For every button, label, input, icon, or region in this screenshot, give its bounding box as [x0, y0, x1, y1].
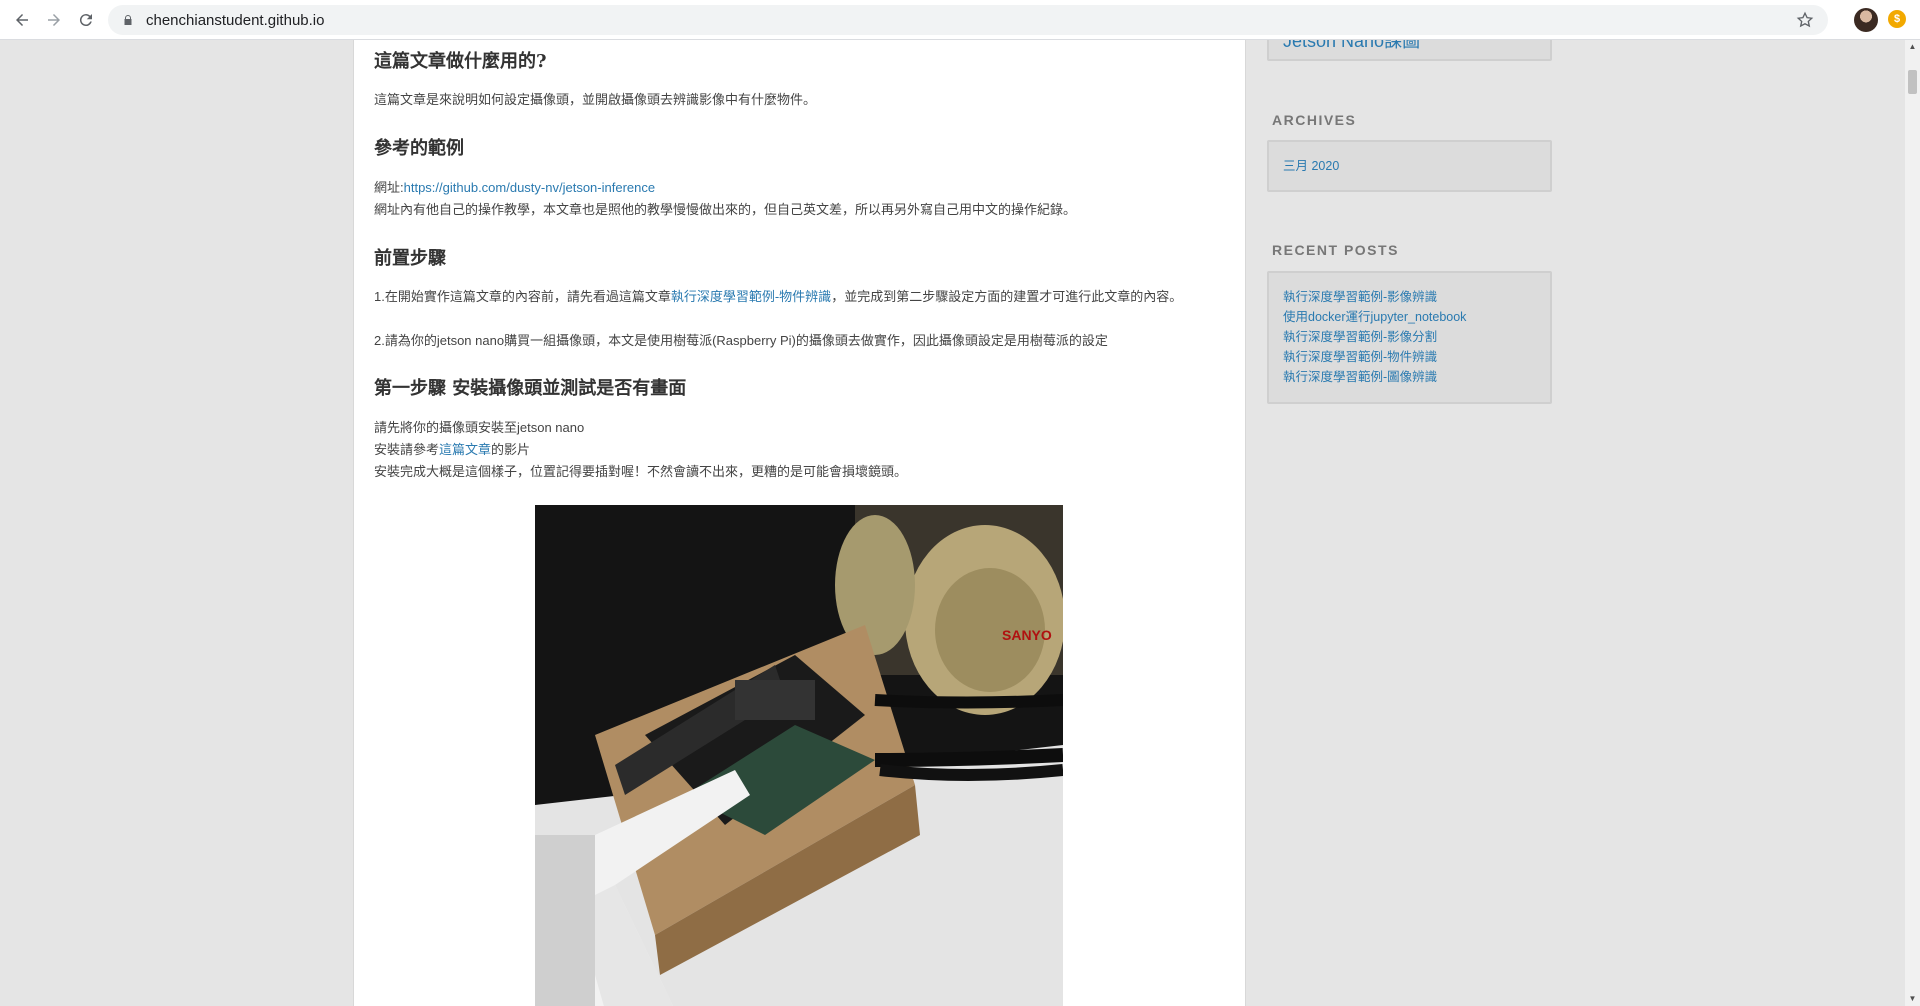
- sidebar-widget-top: Jetson Nano課圖: [1267, 40, 1552, 61]
- reload-icon[interactable]: [70, 4, 102, 36]
- step1-text: 1.在開始實作這篇文章的內容前，請先看過這篇文章: [374, 289, 671, 304]
- recent-posts-title: RECENT POSTS: [1272, 242, 1399, 258]
- install-article-link[interactable]: 這篇文章: [439, 442, 491, 457]
- install-line2: 安裝請參考這篇文章的影片: [374, 439, 1224, 461]
- archives-title: ARCHIVES: [1272, 112, 1357, 128]
- address-bar[interactable]: chenchianstudent.github.io: [108, 5, 1828, 35]
- recent-posts-widget: 執行深度學習範例-影像辨識 使用docker運行jupyter_notebook…: [1267, 271, 1552, 404]
- jetson-camera-photo: SANYO: [535, 505, 1063, 1006]
- heading-prereq: 前置步驟: [374, 248, 446, 269]
- heading-step-one: 第一步驟 安裝攝像頭並測試是否有畫面: [374, 378, 687, 399]
- page-scrollbar[interactable]: ▲ ▼: [1905, 40, 1920, 1006]
- reference-link[interactable]: https://github.com/dusty-nv/jetson-infer…: [404, 180, 655, 195]
- archives-widget: 三月 2020: [1267, 140, 1552, 192]
- paragraph-purpose: 這篇文章是來說明如何設定攝像頭，並開啟攝像頭去辨識影像中有什麼物件。: [374, 92, 817, 107]
- prereq-step1: 1.在開始實作這篇文章的內容前，請先看過這篇文章執行深度學習範例-物件辨識，並完…: [374, 286, 1224, 308]
- page-viewport: 這篇文章做什麼用的? 這篇文章是來說明如何設定攝像頭，並開啟攝像頭去辨識影像中有…: [0, 40, 1905, 1006]
- prereq-step2: 2.請為你的jetson nano購買一組攝像頭，本文是使用樹莓派(Raspbe…: [374, 333, 1108, 348]
- scroll-down-icon[interactable]: ▼: [1908, 994, 1917, 1004]
- url-text: chenchianstudent.github.io: [146, 11, 325, 29]
- heading-purpose: 這篇文章做什麼用的?: [374, 51, 547, 72]
- scroll-thumb[interactable]: [1908, 70, 1917, 94]
- back-arrow-icon[interactable]: [6, 4, 38, 36]
- extension-icon[interactable]: $: [1888, 10, 1906, 28]
- lock-icon: [122, 13, 136, 27]
- archive-link[interactable]: 三月 2020: [1283, 156, 1339, 176]
- recent-post-link[interactable]: 執行深度學習範例-圖像辨識: [1283, 367, 1466, 387]
- recent-post-link[interactable]: 執行深度學習範例-物件辨識: [1283, 347, 1466, 367]
- recent-post-link[interactable]: 執行深度學習範例-影像分割: [1283, 327, 1466, 347]
- install-line3: 安裝完成大概是這個樣子，位置記得要插對喔！不然會讀不出來，更糟的是可能會損壞鏡頭…: [374, 464, 908, 479]
- step1-link[interactable]: 執行深度學習範例-物件辨識: [671, 289, 831, 304]
- sidebar-top-link[interactable]: Jetson Nano課圖: [1283, 40, 1420, 50]
- reference-prefix: 網址:: [374, 180, 404, 195]
- star-icon[interactable]: [1796, 11, 1814, 29]
- browser-toolbar: chenchianstudent.github.io $: [0, 0, 1920, 40]
- heading-reference: 參考的範例: [374, 138, 464, 159]
- install2-prefix: 安裝請參考: [374, 442, 440, 457]
- reference-note: 網址內有他自己的操作教學，本文章也是照他的教學慢慢做出來的，但自己英文差，所以再…: [374, 202, 1077, 217]
- recent-post-link[interactable]: 執行深度學習範例-影像辨識: [1283, 287, 1466, 307]
- profile-avatar[interactable]: [1854, 8, 1878, 32]
- install-line1: 請先將你的攝像頭安裝至jetson nano: [374, 420, 585, 435]
- reference-line: 網址:https://github.com/dusty-nv/jetson-in…: [374, 177, 1224, 199]
- forward-arrow-icon[interactable]: [38, 4, 70, 36]
- speaker-brand-label: SANYO: [1002, 627, 1052, 643]
- install2-suffix: 的影片: [491, 442, 531, 457]
- step1-suffix: ，並完成到第二步驟設定方面的建置才可進行此文章的內容。: [831, 289, 1183, 304]
- scroll-up-icon[interactable]: ▲: [1908, 42, 1917, 52]
- recent-post-link[interactable]: 使用docker運行jupyter_notebook: [1283, 307, 1466, 327]
